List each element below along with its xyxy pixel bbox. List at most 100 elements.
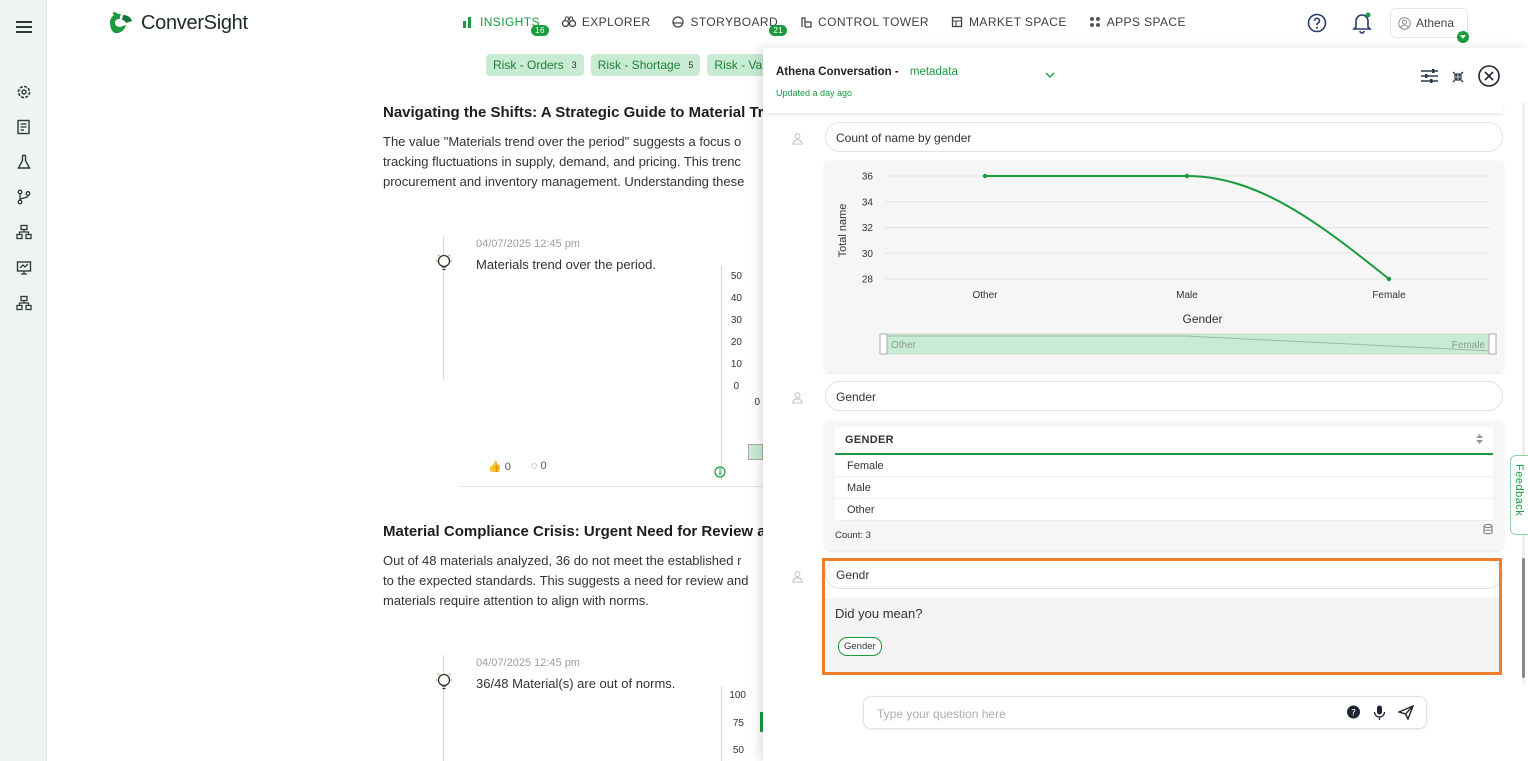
chip-risk-orders[interactable]: Risk - Orders 3 (486, 54, 584, 76)
nav-apps-space[interactable]: APPS SPACE (1089, 15, 1186, 29)
branch-icon[interactable] (15, 188, 33, 206)
question-input[interactable]: Type your question here ? (863, 696, 1427, 729)
comment-count: 0 (540, 460, 547, 472)
filter-sliders-icon[interactable] (1421, 69, 1438, 88)
table-card: GENDER Female Male Other Count: 3 (825, 421, 1503, 550)
user-name: Athena (1416, 16, 1455, 30)
left-sidebar (0, 0, 47, 761)
updated-text: Updated a day ago (776, 88, 853, 98)
feedback-tab[interactable]: Feedback (1510, 455, 1528, 535)
x-axis-title: Gender (1182, 312, 1222, 326)
range-slider-handle[interactable] (748, 444, 763, 460)
data-point (982, 173, 988, 179)
report-icon[interactable] (15, 118, 33, 136)
slider-left-handle[interactable] (879, 333, 888, 355)
hierarchy-icon[interactable] (15, 223, 33, 241)
data-point (1386, 276, 1392, 282)
user-question: Gender (825, 381, 1503, 411)
menu-icon[interactable] (15, 18, 33, 36)
storyboard-icon (672, 16, 685, 28)
database-icon[interactable] (1483, 522, 1493, 540)
y-tick-label: 34 (862, 197, 874, 208)
slider-end-label[interactable]: Female (1452, 340, 1486, 351)
insights-count-badge: 16 (531, 25, 549, 36)
insight-line: Out of 48 materials analyzed, 36 do not … (383, 553, 742, 568)
insight-title: Material Compliance Crisis: Urgent Need … (383, 523, 784, 540)
y-tick-label: 50 (730, 271, 742, 282)
dataset-select[interactable]: metadata (910, 66, 958, 78)
y-tick-label: 32 (862, 223, 874, 234)
nav-market-space[interactable]: MARKET SPACE (951, 15, 1067, 29)
x-tick-label: Male (1176, 290, 1198, 301)
range-slider (882, 333, 1494, 355)
y-tick-label: 50 (732, 745, 744, 756)
highlight-box (822, 558, 1502, 675)
close-icon[interactable] (1478, 65, 1500, 92)
chip-label: Risk - Va (714, 58, 763, 72)
user-avatar-icon (791, 570, 804, 588)
scroll-shadow (763, 103, 1503, 113)
slider-right-handle[interactable] (1488, 333, 1497, 355)
scrollbar-thumb[interactable] (1522, 558, 1525, 678)
y-tick-label: 28 (862, 275, 874, 286)
chevron-down-icon[interactable] (1457, 31, 1469, 43)
divider (460, 486, 770, 487)
org-chart-icon[interactable] (15, 294, 33, 312)
insight-line: to the expected standards. This suggests… (383, 573, 749, 588)
chevron-down-icon[interactable] (1045, 66, 1055, 84)
like-count: 0 (504, 461, 511, 473)
x-tick-label: Female (1372, 290, 1406, 301)
slider-start-label[interactable]: Other (891, 340, 917, 351)
storyboard-count-badge: 21 (769, 25, 788, 36)
user-menu[interactable]: Athena (1390, 8, 1469, 43)
y-tick-label: 75 (732, 718, 744, 729)
y-tick-label: 40 (730, 293, 742, 304)
x-tick-label: Other (972, 290, 998, 301)
collapse-icon[interactable] (1452, 70, 1464, 88)
nav-explorer[interactable]: EXPLORER (561, 15, 651, 29)
flask-icon[interactable] (15, 153, 33, 171)
send-icon[interactable] (1396, 704, 1415, 723)
settings-icon[interactable] (15, 83, 33, 101)
top-bar: ConverSight INSIGHTS 16 EXPLORER STORYBO… (47, 0, 1528, 48)
insight-summary: 36/48 Material(s) are out of norms. (476, 676, 676, 691)
input-placeholder: Type your question here (877, 707, 1006, 721)
table-row: Male (835, 477, 1493, 499)
conversight-logo[interactable]: ConverSight (107, 10, 248, 36)
insight-timestamp: 04/07/2025 12:45 pm (476, 657, 580, 669)
line-chart: 28 30 32 34 36 Other Male Female Gender Total nam… (825, 161, 1503, 372)
y-axis-title: Total name (837, 204, 849, 258)
apps-grid-icon (1089, 17, 1100, 27)
bar-chart-icon (463, 17, 471, 28)
nav-storyboard-label: STORYBOARD (690, 15, 779, 29)
user-question: Count of name by gender (825, 122, 1503, 152)
column-header-gender: GENDER (845, 434, 894, 446)
table-header[interactable]: GENDER (835, 427, 1493, 455)
table-row: Other (835, 499, 1493, 521)
y-tick-label: 100 (729, 690, 746, 701)
help-icon[interactable] (1307, 13, 1327, 38)
chip-count: 5 (688, 60, 694, 70)
chip-risk-va[interactable]: Risk - Va (707, 54, 770, 76)
help-chat-icon[interactable]: ? (1346, 705, 1361, 723)
comment-button[interactable]: ◌ 0 (531, 460, 547, 473)
notification-bell-icon[interactable] (1352, 12, 1372, 39)
conversation-panel: Athena Conversation - metadata Updated a… (763, 48, 1528, 761)
insight-description: The value "Materials trend over the peri… (383, 132, 773, 192)
nav-storyboard[interactable]: STORYBOARD 21 (672, 15, 788, 36)
sort-icon[interactable] (1476, 433, 1483, 447)
info-icon[interactable] (714, 465, 726, 483)
x-tick-label: 0 (754, 397, 760, 408)
filter-chips: Risk - Orders 3 Risk - Shortage 5 Risk - V… (486, 54, 770, 76)
nav-insights[interactable]: INSIGHTS 16 (462, 15, 549, 36)
microphone-icon[interactable] (1373, 705, 1386, 723)
y-tick-label: 36 (862, 172, 874, 183)
like-button[interactable]: 👍 0 (488, 460, 511, 473)
chip-risk-shortage[interactable]: Risk - Shortage 5 (590, 54, 701, 76)
insight-line: The value "Materials trend over the peri… (383, 134, 742, 149)
insight-summary: Materials trend over the period. (476, 257, 656, 272)
insight-title: Navigating the Shifts: A Strategic Guide… (383, 104, 790, 121)
insight-line: materials require attention to align wit… (383, 593, 649, 608)
nav-control-tower[interactable]: CONTROL TOWER (800, 15, 929, 29)
presentation-icon[interactable] (15, 259, 33, 277)
